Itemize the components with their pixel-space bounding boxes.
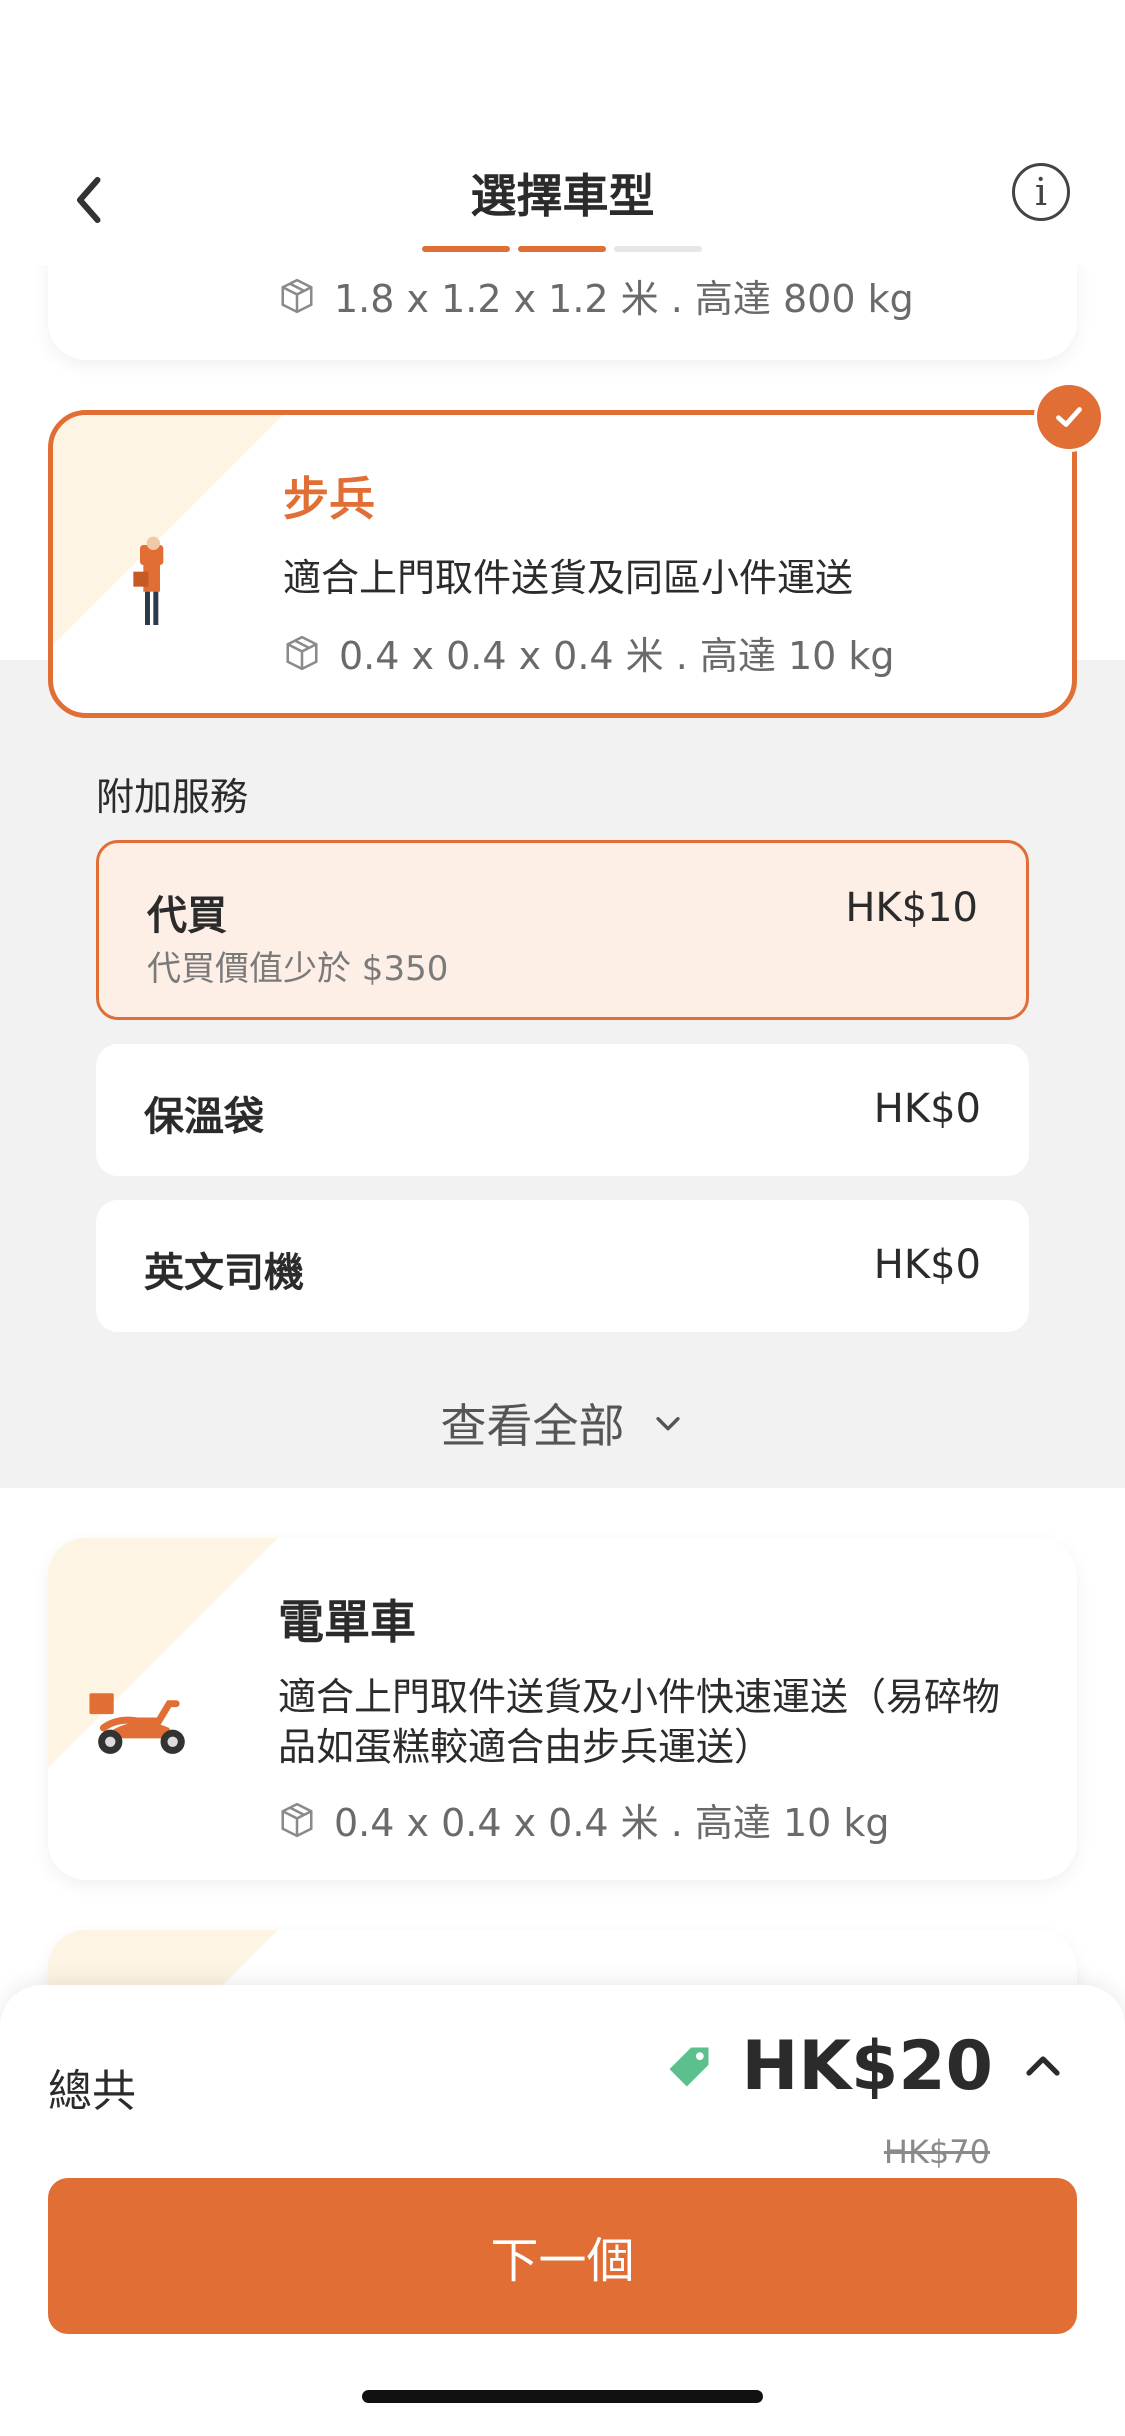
step-progress xyxy=(422,246,702,252)
box-icon xyxy=(286,635,318,670)
addon-item-english-driver[interactable]: 英文司機 HK$0 xyxy=(96,1200,1029,1332)
vehicle-description: 適合上門取件送貨及同區小件運送 xyxy=(283,556,854,600)
addon-price: HK$10 xyxy=(845,885,978,931)
page-title: 選擇車型 xyxy=(470,169,655,223)
total-label: 總共 xyxy=(48,2066,136,2117)
vehicle-card-walker[interactable]: 步兵 適合上門取件送貨及同區小件運送 0.4 x 0.4 x 0.4 米 . 高… xyxy=(48,410,1077,718)
vehicle-spec: 1.8 x 1.2 x 1.2 米 . 高達 800 kg xyxy=(278,268,914,323)
addon-name: 英文司機 xyxy=(144,1250,304,1296)
info-icon[interactable]: i xyxy=(1012,163,1070,221)
home-indicator xyxy=(362,2390,763,2403)
vehicle-description: 適合上門取件送貨及小件快速運送（易碎物品如蛋糕較適合由步兵運送） xyxy=(278,1675,1001,1769)
chevron-down-icon xyxy=(655,1417,680,1431)
box-icon xyxy=(281,278,313,313)
addon-price: HK$0 xyxy=(873,1242,981,1288)
step-1 xyxy=(422,246,510,252)
view-all-button[interactable]: 查看全部 xyxy=(0,1390,1125,1456)
vehicle-spec: 0.4 x 0.4 x 0.4 米 . 高達 10 kg xyxy=(283,625,895,680)
price-tag-icon xyxy=(669,2047,709,2086)
vehicle-card-motorcycle[interactable]: 電單車 適合上門取件送貨及小件快速運送（易碎物品如蛋糕較適合由步兵運送） 0.4… xyxy=(48,1538,1077,1880)
total-price: HK$20 xyxy=(741,2027,993,2106)
checkout-bar: 總共 HK$20 HK$70 下一個 xyxy=(0,1985,1125,2436)
motorcycle-icon xyxy=(89,1693,185,1754)
step-2 xyxy=(518,246,606,252)
selected-check-icon xyxy=(1034,382,1104,452)
addon-name: 代買 xyxy=(147,893,227,939)
addon-name: 保溫袋 xyxy=(144,1094,264,1140)
next-button[interactable]: 下一個 xyxy=(48,2178,1077,2334)
chevron-up-icon[interactable] xyxy=(1019,2043,1067,2091)
addon-price: HK$0 xyxy=(873,1086,981,1132)
addon-item-purchase[interactable]: 代買 HK$10 代買價值少於 $350 xyxy=(96,840,1029,1020)
header: 選擇車型 i xyxy=(0,140,1125,265)
vehicle-name: 電單車 xyxy=(278,1595,416,1649)
walker-courier-icon xyxy=(133,536,164,625)
addon-section-title: 附加服務 xyxy=(96,775,249,819)
vehicle-name: 步兵 xyxy=(283,472,375,526)
addon-subtext: 代買價值少於 $350 xyxy=(147,949,449,989)
view-all-label: 查看全部 xyxy=(440,1399,625,1453)
original-price: HK$70 xyxy=(883,2133,990,2171)
addon-item-thermal-bag[interactable]: 保溫袋 HK$0 xyxy=(96,1044,1029,1176)
price-summary[interactable]: HK$20 xyxy=(663,2027,1067,2106)
box-icon xyxy=(281,1802,313,1837)
step-3 xyxy=(614,246,702,252)
vehicle-spec: 0.4 x 0.4 x 0.4 米 . 高達 10 kg xyxy=(278,1792,890,1847)
